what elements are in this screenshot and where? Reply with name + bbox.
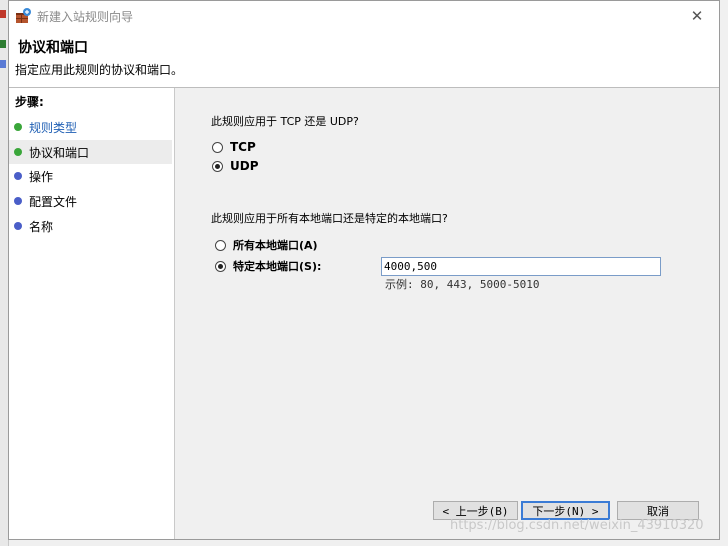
step-status-icon: [14, 123, 22, 131]
ports-example-hint: 示例: 80, 443, 5000-5010: [385, 278, 540, 291]
protocol-question: 此规则应用于 TCP 还是 UDP?: [211, 115, 359, 128]
radio-label: UDP: [230, 159, 259, 173]
step-label: 操作: [29, 170, 54, 184]
step-action: 操作: [9, 164, 172, 188]
step-status-icon: [14, 148, 22, 156]
radio-button[interactable]: [212, 141, 223, 153]
radio-label: TCP: [230, 140, 256, 154]
step-protocol-and-ports[interactable]: 协议和端口: [9, 140, 172, 164]
radio-button[interactable]: [215, 239, 226, 251]
wizard-window: 新建入站规则向导 ✕ 协议和端口 指定应用此规则的协议和端口。 步骤: 规则类型…: [8, 0, 720, 540]
radio-tcp[interactable]: TCP: [212, 139, 256, 155]
step-label: 规则类型: [29, 121, 78, 135]
radio-label: 特定本地端口(S):: [233, 260, 322, 273]
step-label: 配置文件: [29, 195, 78, 209]
watermark: https://blog.csdn.net/weixin_43910320: [450, 518, 704, 533]
page-title: 协议和端口: [18, 40, 88, 56]
firewall-icon: [15, 7, 33, 25]
wizard-content: 此规则应用于 TCP 还是 UDP? TCP UDP 此规则应用于所有本地端口还…: [175, 88, 719, 539]
radio-specific-local-ports[interactable]: 特定本地端口(S):: [215, 258, 321, 274]
close-button[interactable]: ✕: [675, 1, 719, 31]
background-app-icon: [0, 60, 6, 68]
window-title: 新建入站规则向导: [37, 10, 134, 24]
title-bar[interactable]: 新建入站规则向导 ✕: [9, 1, 719, 31]
steps-heading: 步骤:: [15, 95, 44, 109]
radio-button[interactable]: [215, 260, 226, 272]
step-rule-type[interactable]: 规则类型: [9, 115, 172, 139]
ports-question: 此规则应用于所有本地端口还是特定的本地端口?: [211, 212, 448, 225]
radio-all-local-ports[interactable]: 所有本地端口(A): [215, 237, 318, 253]
step-status-icon: [14, 197, 22, 205]
step-name: 名称: [9, 214, 172, 238]
background-app-icon: [0, 40, 6, 48]
steps-panel: 步骤: 规则类型 协议和端口 操作 配置文件 名称: [9, 88, 175, 539]
step-label: 协议和端口: [29, 146, 90, 160]
step-profile: 配置文件: [9, 189, 172, 213]
radio-label: 所有本地端口(A): [233, 239, 318, 252]
specific-ports-input[interactable]: [381, 257, 661, 276]
radio-udp[interactable]: UDP: [212, 158, 259, 174]
radio-button[interactable]: [212, 160, 223, 172]
step-status-icon: [14, 222, 22, 230]
step-label: 名称: [29, 220, 54, 234]
wizard-header: 协议和端口 指定应用此规则的协议和端口。: [9, 31, 719, 88]
page-subtitle: 指定应用此规则的协议和端口。: [15, 63, 184, 77]
background-app-icon: [0, 10, 6, 18]
step-status-icon: [14, 172, 22, 180]
close-icon: ✕: [690, 7, 704, 25]
